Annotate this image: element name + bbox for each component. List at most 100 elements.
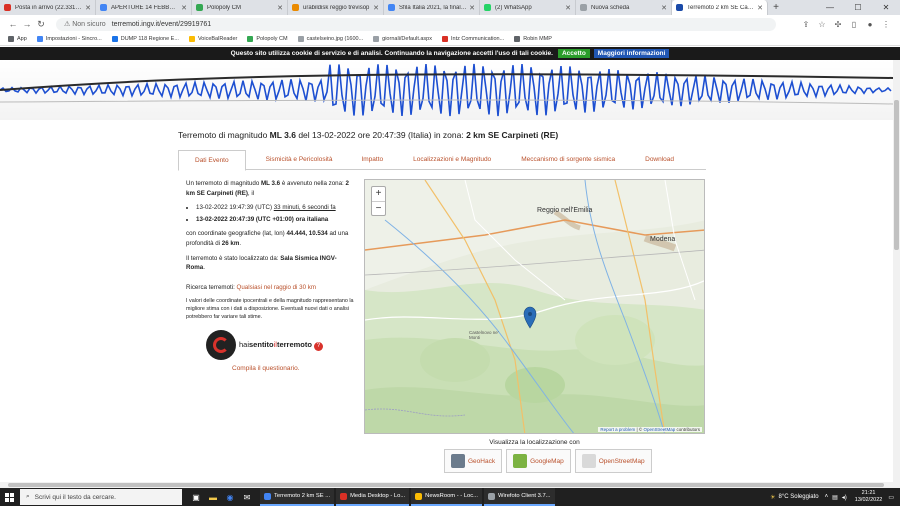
- question-icon: ?: [313, 341, 323, 351]
- security-indicator[interactable]: ⚠ Non sicuro: [64, 20, 106, 28]
- profile-icon[interactable]: ●: [862, 20, 878, 29]
- map-provider-label: GeoHack: [468, 457, 496, 465]
- tab-title: Sfila Italia 2021, la finale qu: [399, 4, 468, 11]
- url-field[interactable]: ⚠ Non sicuro terremoti.ingv.it/event/299…: [56, 17, 776, 31]
- taskbar-search[interactable]: ⌕ Scrivi qui il testo da cercare.: [20, 489, 182, 505]
- taskbar-app[interactable]: Wirefoto Client 3.7...: [484, 488, 555, 506]
- browser-tab[interactable]: urabildisk reggio trevisop ✕: [288, 0, 384, 15]
- browser-tab[interactable]: APERTURE 14 FEBBRAIO - D...✕: [96, 0, 192, 15]
- bookmark-item[interactable]: Polopoly CM: [247, 36, 288, 42]
- page-vertical-scrollbar[interactable]: [893, 60, 900, 482]
- bookmark-label: castelseino.jpg (1600...: [306, 36, 364, 42]
- clock[interactable]: 21:21 13/02/2022: [855, 490, 883, 503]
- address-bar: ← → ↻ ⚠ Non sicuro terremoti.ingv.it/eve…: [0, 15, 900, 33]
- network-icon[interactable]: ▤: [832, 494, 838, 501]
- forward-icon[interactable]: →: [20, 19, 34, 29]
- tab-close-icon[interactable]: ✕: [85, 4, 91, 12]
- bookmark-item[interactable]: Intz Communication...: [442, 36, 504, 42]
- weather-icon[interactable]: ☀: [770, 494, 775, 501]
- browser-tab[interactable]: Sfila Italia 2021, la finale qu ✕: [384, 0, 480, 15]
- osm-link[interactable]: OpenStreetMap: [643, 427, 675, 432]
- mail-icon[interactable]: ✉: [239, 489, 255, 505]
- new-tab-button[interactable]: +: [768, 0, 784, 15]
- share-icon[interactable]: ⇪: [798, 20, 814, 29]
- hscroll-thumb[interactable]: [8, 483, 884, 487]
- bookmark-item[interactable]: Impostazioni - Sincro...: [36, 36, 102, 42]
- maximize-icon[interactable]: ☐: [844, 0, 872, 15]
- extensions-icon[interactable]: ✣: [830, 20, 846, 29]
- volume-icon[interactable]: ◂): [842, 494, 847, 501]
- zoom-out-button[interactable]: −: [372, 201, 385, 215]
- tab-close-icon[interactable]: ✕: [277, 4, 283, 12]
- taskbar-app[interactable]: Media Desktop - Lo...: [336, 488, 410, 506]
- bookmark-item[interactable]: castelseino.jpg (1600...: [297, 36, 364, 42]
- map-provider-icon: [581, 454, 596, 468]
- questionnaire-link[interactable]: Compila il questionario.: [232, 364, 354, 374]
- event-tabs: Dati Evento Sismicità e Pericolosità Impat…: [178, 150, 706, 171]
- map-zoom-control: + −: [371, 186, 386, 216]
- bookmark-item[interactable]: VoiceBalReader: [188, 36, 238, 42]
- map-provider-button[interactable]: OpenStreetMap: [574, 449, 652, 473]
- url-text: terremoti.ingv.it/event/29919761: [111, 20, 212, 28]
- chrome-icon[interactable]: ◉: [222, 489, 238, 505]
- search-placeholder: Scrivi qui il testo da cercare.: [34, 493, 116, 501]
- close-icon[interactable]: ✕: [872, 0, 900, 15]
- time-local: 13-02-2022 20:47:39 (UTC +01:00) ora ita…: [196, 215, 354, 225]
- event-tab[interactable]: Impatto: [346, 150, 398, 170]
- clock-time: 21:21: [861, 490, 876, 497]
- file-explorer-icon[interactable]: ▬: [205, 489, 221, 505]
- tab-close-icon[interactable]: ✕: [565, 4, 571, 12]
- tab-close-icon[interactable]: ✕: [757, 4, 763, 12]
- cookie-accept-button[interactable]: Accetto: [557, 49, 590, 58]
- tab-close-icon[interactable]: ✕: [181, 4, 187, 12]
- browser-tab[interactable]: Polopoly CM ✕: [192, 0, 288, 15]
- event-tab[interactable]: Sismicità e Pericolosità: [246, 150, 347, 170]
- event-tab[interactable]: Meccanismo di sorgente sismica: [506, 150, 630, 170]
- event-tab[interactable]: Localizzazioni e Magnitudo: [398, 150, 506, 170]
- taskbar-app[interactable]: NewsRoom - - Loc...: [411, 488, 483, 506]
- scrollbar-thumb[interactable]: [894, 100, 899, 250]
- bookmark-label: Robin MMP: [523, 36, 552, 42]
- tab-close-icon[interactable]: ✕: [469, 4, 475, 12]
- zoom-in-button[interactable]: +: [372, 187, 385, 201]
- event-tab[interactable]: Download: [630, 150, 689, 170]
- minimize-icon[interactable]: —: [816, 0, 844, 15]
- reload-icon[interactable]: ↻: [34, 19, 48, 30]
- chevron-up-icon[interactable]: ˄: [825, 494, 829, 500]
- bookmark-item[interactable]: App: [8, 36, 27, 42]
- sidebar-icon[interactable]: ▯: [846, 20, 862, 29]
- browser-tab-strip: Posta in arrivo (22.331) - gab✕APERTURE …: [0, 0, 900, 15]
- browser-tab[interactable]: Posta in arrivo (22.331) - gab✕: [0, 0, 96, 15]
- tab-close-icon[interactable]: ✕: [373, 4, 379, 12]
- security-label: Non sicuro: [72, 21, 106, 28]
- bookmark-item[interactable]: DUMP 118 Regione E...: [111, 36, 179, 42]
- menu-icon[interactable]: ⋮: [878, 20, 894, 29]
- weather-text[interactable]: 8°C Soleggiato: [779, 494, 819, 500]
- hai-sentito-logo[interactable]: haisentitoilterremoto?: [206, 329, 354, 360]
- notifications-icon[interactable]: ▭: [888, 494, 894, 501]
- task-view-icon[interactable]: ▣: [188, 489, 204, 505]
- browser-tab[interactable]: Nuova scheda ✕: [576, 0, 672, 15]
- report-problem-link[interactable]: Report a problem: [600, 427, 635, 432]
- map-provider-button[interactable]: GoogleMap: [506, 449, 571, 473]
- map-label-modena: Modena: [650, 236, 676, 243]
- cookie-more-info-button[interactable]: Maggiori informazioni: [593, 49, 670, 58]
- star-icon[interactable]: ☆: [814, 20, 830, 29]
- tab-close-icon[interactable]: ✕: [661, 4, 667, 12]
- event-details: Un terremoto di magnitudo ML 3.6 è avven…: [186, 179, 354, 374]
- start-button[interactable]: [0, 488, 18, 506]
- map-provider-label: OpenStreetMap: [598, 457, 645, 465]
- bookmark-label: DUMP 118 Regione E...: [120, 36, 179, 42]
- back-icon[interactable]: ←: [6, 19, 20, 29]
- taskbar-app[interactable]: Terremoto 2 km SE ...: [260, 488, 335, 506]
- event-tab[interactable]: Dati Evento: [178, 150, 246, 171]
- bookmark-item[interactable]: giornali/Default.aspx: [373, 36, 432, 42]
- map-provider-button[interactable]: GeoHack: [444, 449, 503, 473]
- browser-tab[interactable]: (2) WhatsApp ✕: [480, 0, 576, 15]
- bookmark-label: VoiceBalReader: [197, 36, 238, 42]
- bookmark-item[interactable]: Robin MMP: [514, 36, 552, 42]
- event-map[interactable]: + − Reggio nell'Emilia Modena Castelnovo…: [364, 179, 705, 434]
- taskbar-app-icon: [264, 492, 271, 500]
- browser-tab[interactable]: Terremoto 2 km SE Carpineti✕: [672, 0, 768, 15]
- search-radius-link[interactable]: Qualsiasi nel raggio di 30 km: [237, 284, 316, 291]
